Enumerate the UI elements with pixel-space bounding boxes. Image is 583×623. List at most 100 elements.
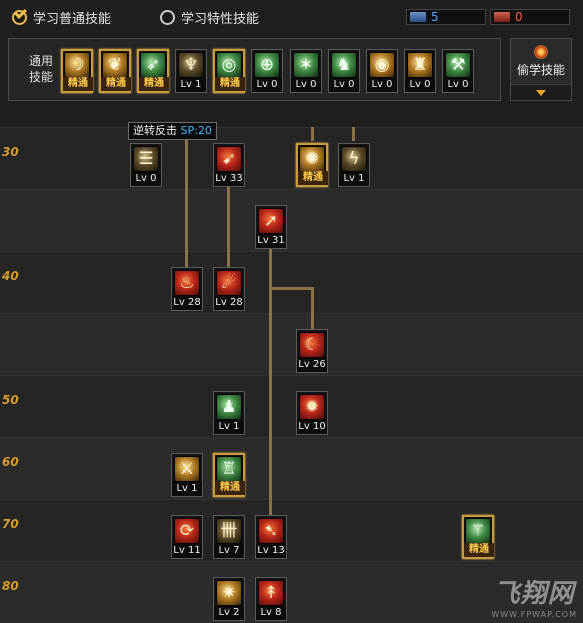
skill-level-label: Lv 0 xyxy=(291,78,321,92)
level-band-50 xyxy=(0,375,583,437)
learn-normal-skills-label: 学习普通技能 xyxy=(33,11,112,27)
tree-skill-s17[interactable]: ✷ Lv 2 xyxy=(213,577,245,621)
level-band-60 xyxy=(0,437,583,499)
flame-claw-icon: ☄ xyxy=(216,270,242,296)
general-skill-4[interactable]: ♆ Lv 1 xyxy=(175,49,207,93)
watermark-url: WWW.FPWAP.COM xyxy=(491,610,577,619)
tree-skill-s18[interactable]: ↟ Lv 8 xyxy=(255,577,287,621)
general-skill-1[interactable]: ☽ 精通 xyxy=(61,49,93,93)
general-skill-8[interactable]: ♞ Lv 0 xyxy=(328,49,360,93)
level-band-70 xyxy=(0,499,583,561)
skill-level-label: Lv 33 xyxy=(214,172,244,186)
learn-normal-skills-radio[interactable]: 学习普通技能 xyxy=(12,7,111,27)
green-blade-icon: ⚚ xyxy=(465,518,491,544)
crimson-slash-icon: ➷ xyxy=(258,518,284,544)
skill-level-label: Lv 7 xyxy=(214,544,244,558)
dash-figure-icon: ➶ xyxy=(140,52,166,78)
tree-skill-s13[interactable]: ⟳ Lv 11 xyxy=(171,515,203,559)
counter-icon: ☰ xyxy=(133,146,159,172)
tooltip-skill-name: 逆转反击 xyxy=(133,124,177,137)
warrior-icon: ♜ xyxy=(407,52,433,78)
skill-level-label: Lv 1 xyxy=(172,482,202,496)
learn-special-skills-radio[interactable]: 学习特性技能 xyxy=(160,7,259,27)
tree-skill-s16[interactable]: ⚚ 精通 xyxy=(462,515,494,559)
skill-level-label: Lv 11 xyxy=(172,544,202,558)
skill-level-label: Lv 26 xyxy=(297,358,327,372)
general-skill-2[interactable]: ❦ 精通 xyxy=(99,49,131,93)
skill-level-label: Lv 13 xyxy=(256,544,286,558)
tree-skill-s8[interactable]: ☾ Lv 26 xyxy=(296,329,328,373)
skill-level-label: 精通 xyxy=(139,77,169,91)
tree-connector xyxy=(227,186,230,268)
general-skill-9[interactable]: ◉ Lv 0 xyxy=(366,49,398,93)
blade-rush-icon: ⚔ xyxy=(174,456,200,482)
unchecked-radio-icon xyxy=(160,9,175,25)
tree-connector xyxy=(352,127,355,141)
general-skill-10[interactable]: ♜ Lv 0 xyxy=(404,49,436,93)
general-skill-7[interactable]: ✶ Lv 0 xyxy=(290,49,322,93)
tree-skill-s2[interactable]: ➹ Lv 33 xyxy=(213,143,245,187)
tree-skill-s9[interactable]: ♟ Lv 1 xyxy=(213,391,245,435)
skill-tree: 30 40 50 60 70 80 xyxy=(0,127,583,623)
target-icon: ◎ xyxy=(216,52,242,78)
expand-arrow-icon[interactable] xyxy=(511,84,571,100)
wings-icon: ♆ xyxy=(178,52,204,78)
skill-level-label: 精通 xyxy=(101,77,131,91)
level-label-60: 60 xyxy=(2,455,19,469)
tree-skill-s15[interactable]: ➷ Lv 13 xyxy=(255,515,287,559)
steal-emblem-icon xyxy=(534,45,548,59)
skill-level-label: Lv 28 xyxy=(172,296,202,310)
general-skill-6[interactable]: ⊕ Lv 0 xyxy=(251,49,283,93)
crescent-slash-icon: ➚ xyxy=(258,208,284,234)
tree-skill-s6[interactable]: ♨ Lv 28 xyxy=(171,267,203,311)
steal-skills-button[interactable]: 偷学技能 xyxy=(510,38,572,101)
learn-special-skills-label: 学习特性技能 xyxy=(181,11,260,27)
crouch-figure-icon: ❦ xyxy=(102,52,128,78)
pillar-icon: ♖ xyxy=(216,456,242,482)
tree-skill-s10[interactable]: ✹ Lv 10 xyxy=(296,391,328,435)
tree-connector xyxy=(311,287,314,329)
steal-skills-label: 偷学技能 xyxy=(516,63,565,77)
tree-skill-s12[interactable]: ♖ 精通 xyxy=(213,453,245,497)
tree-skill-s1[interactable]: ☰ Lv 0 xyxy=(130,143,162,187)
top-bar: 学习普通技能 学习特性技能 5 0 xyxy=(0,0,583,34)
skill-level-label: Lv 0 xyxy=(131,172,161,186)
tree-skill-s14[interactable]: 卌 Lv 7 xyxy=(213,515,245,559)
tree-skill-s11[interactable]: ⚔ Lv 1 xyxy=(171,453,203,497)
tp-points-value: 0 xyxy=(515,10,523,24)
general-skill-11[interactable]: ⚒ Lv 0 xyxy=(442,49,474,93)
tree-connector xyxy=(185,128,188,268)
general-skill-3[interactable]: ➶ 精通 xyxy=(137,49,169,93)
level-band-35 xyxy=(0,189,583,251)
sp-points-value: 5 xyxy=(431,10,439,24)
skill-level-label: Lv 1 xyxy=(176,78,206,92)
skill-level-label: Lv 2 xyxy=(214,606,244,620)
blast-icon: ✹ xyxy=(299,394,325,420)
tree-skill-s5[interactable]: ➚ Lv 31 xyxy=(255,205,287,249)
tree-connector xyxy=(269,287,313,290)
skill-level-label: Lv 28 xyxy=(214,296,244,310)
skill-level-label: 精通 xyxy=(298,171,328,185)
site-watermark: 飞翔网 WWW.FPWAP.COM xyxy=(491,573,577,619)
general-skill-5[interactable]: ◎ 精通 xyxy=(213,49,245,93)
burst-figure-icon: ✶ xyxy=(293,52,319,78)
skill-level-label: Lv 0 xyxy=(443,78,473,92)
arc-slash-icon: ☾ xyxy=(299,332,325,358)
tree-connector xyxy=(311,127,314,141)
skill-level-label: Lv 31 xyxy=(256,234,286,248)
tree-skill-s3[interactable]: ✺ 精通 xyxy=(296,143,328,187)
skill-level-label: Lv 10 xyxy=(297,420,327,434)
skill-level-label: Lv 0 xyxy=(329,78,359,92)
sit-figure-icon: ☽ xyxy=(64,52,90,78)
tree-skill-s4[interactable]: ϟ Lv 1 xyxy=(338,143,370,187)
hammer-icon: ⚒ xyxy=(445,52,471,78)
fire-swirl-icon: ⟳ xyxy=(174,518,200,544)
skill-level-label: Lv 0 xyxy=(405,78,435,92)
level-band-45 xyxy=(0,313,583,375)
sp-book-icon xyxy=(410,12,426,22)
level-band-30 xyxy=(0,127,583,189)
crosshair-icon: ⊕ xyxy=(254,52,280,78)
sp-points-display: 5 xyxy=(406,9,486,25)
tree-skill-s7[interactable]: ☄ Lv 28 xyxy=(213,267,245,311)
skill-tooltip: 逆转反击 SP:20 xyxy=(128,122,217,140)
